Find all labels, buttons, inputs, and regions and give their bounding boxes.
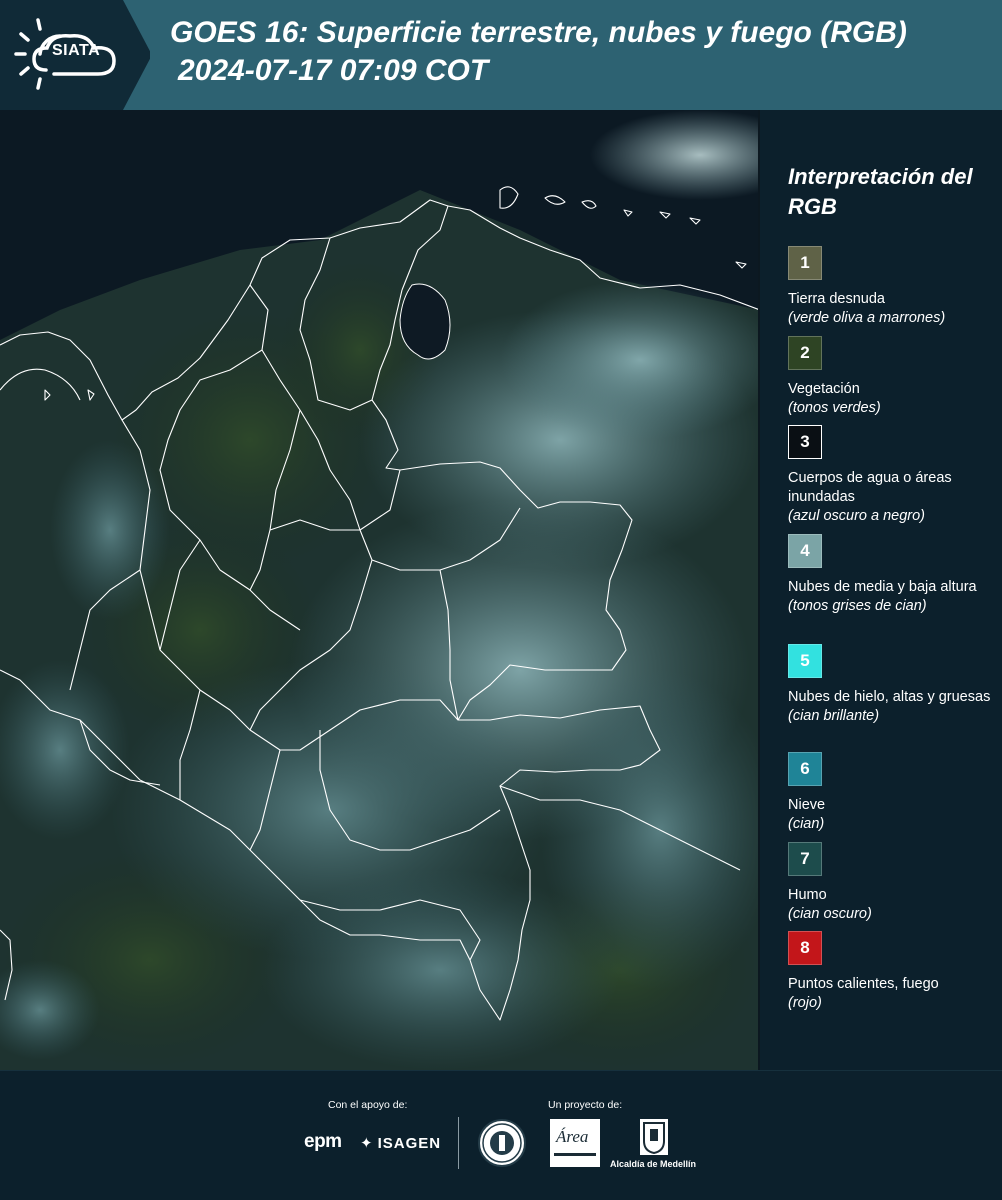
isagen-text: ISAGEN (377, 1134, 442, 1152)
logo-block: SIATA (0, 0, 150, 110)
legend-item: 7 Humo (cian oscuro) (788, 842, 998, 924)
header-bar: SIATA GOES 16: Superficie terrestre, nub… (0, 0, 1002, 110)
legend-swatch: 5 (788, 644, 822, 678)
area-logo-rule (554, 1153, 596, 1156)
legend-item-sub: (azul oscuro a negro) (788, 508, 926, 524)
legend-item-label: Humo (788, 887, 827, 903)
footer: Con el apoyo de: Un proyecto de: epm ✦ I… (0, 1070, 1002, 1200)
legend-item-sub: (cian) (788, 816, 825, 832)
page-title: GOES 16: Superficie terrestre, nubes y f… (170, 16, 907, 49)
page: SIATA GOES 16: Superficie terrestre, nub… (0, 0, 1002, 1200)
area-logo-text: Área (556, 1127, 589, 1146)
satellite-map (0, 110, 760, 1070)
legend-item-sub: (tonos grises de cian) (788, 598, 927, 614)
legend-item-sub: (cian brillante) (788, 708, 880, 724)
legend-item-sub: (rojo) (788, 995, 822, 1011)
legend-item-label: Tierra desnuda (788, 291, 885, 307)
legend-swatch: 2 (788, 336, 822, 370)
legend-swatch: 4 (788, 534, 822, 568)
legend-item: 1 Tierra desnuda (verde oliva a marrones… (788, 246, 998, 328)
legend-item-label: Puntos calientes, fuego (788, 976, 939, 992)
legend-item: 6 Nieve (cian) (788, 752, 998, 834)
alcaldia-shield-icon (640, 1119, 668, 1155)
support-label: Con el apoyo de: (328, 1099, 408, 1111)
legend-item-label: Vegetación (788, 381, 860, 397)
legend-item-label: Nubes de media y baja altura (788, 579, 977, 595)
legend-swatch: 8 (788, 931, 822, 965)
cloud-mass (50, 440, 170, 620)
university-seal-icon (478, 1119, 526, 1167)
legend-item: 8 Puntos calientes, fuego (rojo) (788, 931, 998, 1013)
legend-swatch: 7 (788, 842, 822, 876)
legend-item-sub: (tonos verdes) (788, 400, 881, 416)
legend-swatch: 1 (788, 246, 822, 280)
legend-swatch: 3 (788, 425, 822, 459)
project-label: Un proyecto de: (548, 1099, 623, 1111)
epm-logo: epm (304, 1131, 342, 1152)
timestamp: 2024-07-17 07:09 COT (178, 54, 489, 87)
logo-text: SIATA (52, 42, 101, 59)
footer-divider (458, 1117, 459, 1169)
legend-title: Interpretación del RGB (788, 164, 973, 219)
alcaldia-text: Alcaldía de Medellín (610, 1159, 697, 1169)
area-metropolitana-logo: Área (550, 1119, 600, 1167)
legend-panel: Interpretación del RGB 1 Tierra desnuda … (760, 110, 1002, 1070)
legend-item-sub: (verde oliva a marrones) (788, 310, 946, 326)
legend-item: 5 Nubes de hielo, altas y gruesas (cian … (788, 644, 998, 726)
legend-item-label: Nieve (788, 797, 826, 813)
isagen-mark-icon: ✦ (360, 1135, 374, 1152)
legend-item-sub: (cian oscuro) (788, 906, 872, 922)
map-svg (0, 110, 758, 1070)
legend-item: 3 Cuerpos de agua o áreas inundadas (azu… (788, 425, 998, 526)
legend-item-label: Cuerpos de agua o áreas inundadas (788, 470, 952, 505)
isagen-logo: ✦ ISAGEN (360, 1134, 442, 1153)
legend-item: 4 Nubes de media y baja altura (tonos gr… (788, 534, 998, 616)
legend-item: 2 Vegetación (tonos verdes) (788, 336, 998, 418)
legend-item-label: Nubes de hielo, altas y gruesas (788, 689, 991, 705)
legend-swatch: 6 (788, 752, 822, 786)
